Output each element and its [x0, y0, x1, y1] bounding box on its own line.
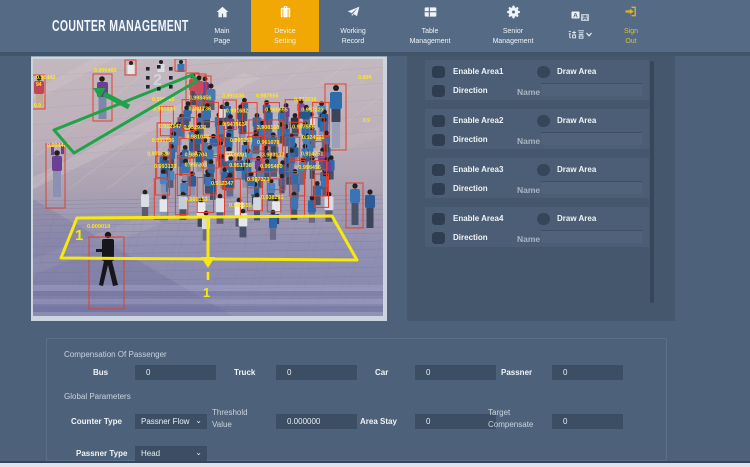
svg-text:0.995460: 0.995460 — [260, 164, 282, 170]
svg-text:0.985704: 0.985704 — [185, 152, 207, 158]
svg-text:0.994: 0.994 — [358, 75, 372, 81]
svg-text:0.947563: 0.947563 — [222, 122, 244, 128]
svg-text:0.987655: 0.987655 — [256, 93, 278, 99]
svg-text:0.9: 0.9 — [34, 103, 41, 109]
svg-text:0.985655: 0.985655 — [265, 108, 287, 114]
svg-text:0.96442: 0.96442 — [36, 75, 56, 81]
svg-text:3.951035: 3.951035 — [153, 107, 175, 113]
svg-text:0.914751: 0.914751 — [301, 152, 323, 158]
svg-text:0.995460: 0.995460 — [94, 68, 116, 74]
svg-text:0.985655: 0.985655 — [229, 203, 251, 209]
svg-text:0.9: 0.9 — [363, 118, 370, 124]
svg-text:0.981038: 0.981038 — [187, 134, 209, 140]
svg-text:0.991682: 0.991682 — [226, 109, 248, 115]
svg-text:94: 94 — [36, 82, 42, 88]
svg-text:3.983133: 3.983133 — [262, 153, 284, 159]
svg-text:0.993133: 0.993133 — [154, 164, 176, 170]
svg-text:0.981736: 0.981736 — [189, 107, 211, 113]
svg-text:0.997555: 0.997555 — [292, 124, 314, 130]
svg-text:0.997323: 0.997323 — [301, 107, 323, 113]
svg-text:A: A — [573, 13, 578, 20]
svg-text:0.938291: 0.938291 — [261, 195, 283, 201]
svg-text:0.997323: 0.997323 — [247, 177, 269, 183]
svg-text:0.932938: 0.932938 — [184, 125, 206, 131]
svg-text:0.951738: 0.951738 — [229, 163, 251, 169]
svg-text:0.997203: 0.997203 — [185, 163, 207, 169]
svg-text:0.961078: 0.961078 — [257, 140, 279, 146]
svg-text:1: 1 — [203, 285, 210, 300]
svg-text:0.991736: 0.991736 — [152, 138, 174, 144]
svg-text:2: 2 — [153, 72, 162, 89]
svg-text:0.938291: 0.938291 — [225, 152, 247, 158]
svg-text:0.912347: 0.912347 — [159, 124, 181, 130]
svg-text:3.991035: 3.991035 — [222, 94, 244, 100]
svg-text:0.912347: 0.912347 — [211, 181, 233, 187]
svg-text:0.972016: 0.972016 — [294, 97, 316, 103]
svg-text:3.908158: 3.908158 — [257, 125, 279, 131]
svg-text:0.000010: 0.000010 — [87, 224, 110, 230]
svg-text:1: 1 — [75, 227, 83, 244]
svg-text:0.995153: 0.995153 — [230, 138, 252, 144]
svg-text:0.924551: 0.924551 — [302, 135, 324, 141]
svg-text:0.972639: 0.972639 — [147, 152, 169, 158]
svg-text:0.998456: 0.998456 — [298, 165, 320, 171]
svg-text:0.998456: 0.998456 — [189, 95, 211, 101]
svg-text:0.995153: 0.995153 — [185, 197, 207, 203]
